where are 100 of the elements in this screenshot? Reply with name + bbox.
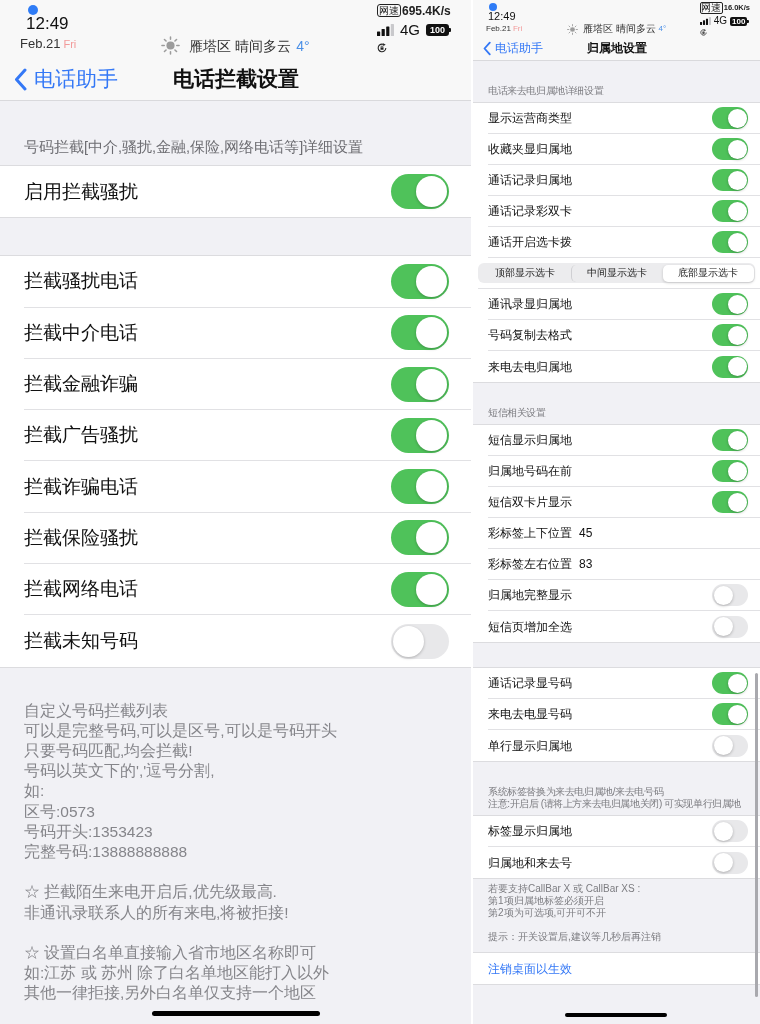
row-label: 归属地号码在前 — [488, 463, 572, 479]
network-type: 4G — [713, 16, 728, 26]
toggle-switch[interactable] — [712, 138, 748, 160]
section-header: 系统标签替换为来去电归属地/来去电号码 注意:开启后 (请将上方来去电归属地关闭) 可实现单行归属地 — [488, 786, 742, 810]
toggle-switch[interactable] — [712, 293, 748, 315]
row-label: 显示运营商类型 — [488, 110, 572, 126]
toggle-switch[interactable] — [391, 520, 449, 556]
status-dot-icon — [489, 3, 497, 11]
row-label: 拦截网络电话 — [24, 577, 138, 602]
text-link[interactable]: 注销桌面以生效 — [488, 960, 572, 977]
toggle-switch[interactable] — [391, 571, 449, 607]
row-label: 短信双卡片显示 — [488, 494, 572, 510]
toggle-switch[interactable] — [712, 491, 748, 513]
toggle-switch[interactable] — [712, 324, 748, 346]
back-button[interactable]: 电话助手 — [14, 67, 118, 91]
section-header: 短信相关设置 — [488, 407, 547, 419]
nav-title: 归属地设置 — [586, 40, 647, 56]
row-label: 来电去电显号码 — [488, 706, 572, 722]
temperature: 4° — [658, 23, 667, 35]
row-label: 拦截未知号码 — [24, 629, 138, 653]
note-text: 若要支持CallBar X 或 CallBar XS : 第1项归属地标签必须开启 第2项为可选项,可开可不开 — [488, 883, 642, 919]
toggle-switch[interactable] — [712, 355, 748, 378]
row-label: 归属地完整显示 — [488, 587, 572, 603]
network-type: 4G — [399, 22, 420, 38]
toggle-switch[interactable] — [391, 623, 449, 659]
segment-tab[interactable]: 中间显示选卡 — [570, 264, 663, 282]
note-text: ☆ 拦截陌生来电开启后,优先级最高. 非通讯录联系人的所有来电,将被拒接! — [24, 882, 290, 923]
row-label: 单行显示归属地 — [488, 737, 572, 754]
row-label: 通话开启选卡拨 — [488, 234, 572, 250]
sun-icon — [161, 36, 181, 55]
row-label: 拦截广告骚扰 — [24, 423, 138, 448]
section-header: 电话来去电归属地详细设置 — [488, 85, 605, 97]
toggle-switch[interactable] — [712, 200, 748, 222]
segment-tab[interactable]: 顶部显示选卡 — [479, 264, 571, 282]
toggle-switch[interactable] — [391, 366, 449, 402]
row-label: 号码复制去格式 — [488, 327, 572, 343]
battery-indicator: 100 — [425, 24, 451, 36]
row-label: 通讯录显归属地 — [488, 296, 572, 312]
toggle-switch[interactable] — [391, 469, 449, 505]
signal-icon — [699, 17, 711, 25]
speed-badge: 网速 — [699, 2, 723, 14]
battery-indicator: 100 — [730, 16, 749, 26]
row-label: 通话记录归属地 — [488, 172, 572, 188]
row-label: 彩标签左右位置 — [488, 556, 572, 572]
row-label: 拦截金融诈骗 — [24, 372, 138, 397]
weekday-label: Fri — [512, 24, 523, 33]
row-label: 彩标签上下位置 — [488, 525, 572, 541]
status-date: Feb.21 — [20, 36, 61, 51]
row-label: 标签显示归属地 — [488, 823, 572, 839]
toggle-switch[interactable] — [391, 417, 449, 453]
row-label: 短信页增加全选 — [488, 618, 572, 635]
status-dot-icon — [28, 5, 38, 15]
toggle-switch[interactable] — [712, 584, 748, 606]
toggle-switch[interactable] — [712, 851, 748, 874]
sun-icon — [566, 23, 578, 35]
status-time: 12:49 — [26, 15, 69, 33]
temperature: 4° — [296, 36, 310, 55]
back-button[interactable]: 电话助手 — [483, 40, 543, 56]
note-text: 提示：开关设置后,建议等几秒后再注销 — [488, 931, 662, 943]
row-label: 通话记录显号码 — [488, 675, 572, 691]
speed-badge: 网速 — [376, 4, 401, 17]
rotation-lock-icon — [376, 43, 387, 53]
segment-tab[interactable]: 底部显示选卡 — [662, 264, 754, 282]
toggle-switch[interactable] — [712, 703, 748, 725]
toggle-switch[interactable] — [391, 263, 449, 299]
signal-icon — [376, 24, 394, 36]
toggle-switch[interactable] — [391, 174, 449, 210]
nav-title: 电话拦截设置 — [172, 67, 299, 91]
row-label: 拦截诈骗电话 — [24, 474, 138, 499]
weather-location: 雁塔区 晴间多云 — [582, 23, 656, 35]
row-value: 45 — [579, 525, 593, 541]
toggle-switch[interactable] — [712, 460, 748, 482]
note-text: 自定义号码拦截列表 可以是完整号码,可以是区号,可以是号码开头 只要号码匹配,均会拦截! 号码以英文下的','逗号分割, 如: 区号:0573 号码开头:1353423 完整号码:13888888888 — [24, 700, 338, 863]
toggle-switch[interactable] — [712, 429, 748, 451]
toggle-switch[interactable] — [712, 734, 748, 757]
row-label: 短信显示归属地 — [488, 432, 572, 448]
row-label: 拦截中介电话 — [24, 320, 138, 345]
weather-location: 雁塔区 晴间多云 — [189, 36, 292, 55]
row-label: 拦截保险骚扰 — [24, 525, 138, 550]
toggle-switch[interactable] — [712, 615, 748, 638]
row-label: 收藏夹显归属地 — [488, 141, 572, 157]
row-label: 启用拦截骚扰 — [24, 179, 138, 204]
toggle-switch[interactable] — [712, 820, 748, 842]
row-label: 来电去电归属地 — [488, 358, 572, 375]
toggle-switch[interactable] — [712, 672, 748, 694]
toggle-switch[interactable] — [712, 231, 748, 253]
back-chevron-icon — [14, 67, 27, 91]
note-text: ☆ 设置白名单直接输入省市地区名称即可 如:江苏 或 苏州 除了白名单地区能打入以外 其他一律拒接,另外白名单仅支持一个地区 — [24, 943, 331, 1004]
section-header: 号码拦截[中介,骚扰,金融,保险,网络电话等]详细设置 — [24, 138, 365, 156]
row-label: 拦截骚扰电话 — [24, 269, 138, 294]
toggle-switch[interactable] — [712, 169, 748, 191]
status-date: Feb.21 — [486, 24, 511, 33]
weekday-label: Fri — [63, 37, 77, 52]
network-speed: 695.4K/s — [401, 4, 451, 17]
status-time: 12:49 — [488, 11, 516, 22]
back-chevron-icon — [483, 40, 491, 56]
row-value: 83 — [579, 556, 593, 572]
toggle-switch[interactable] — [391, 315, 449, 351]
toggle-switch[interactable] — [712, 107, 748, 129]
row-label: 归属地和来去号 — [488, 854, 572, 871]
